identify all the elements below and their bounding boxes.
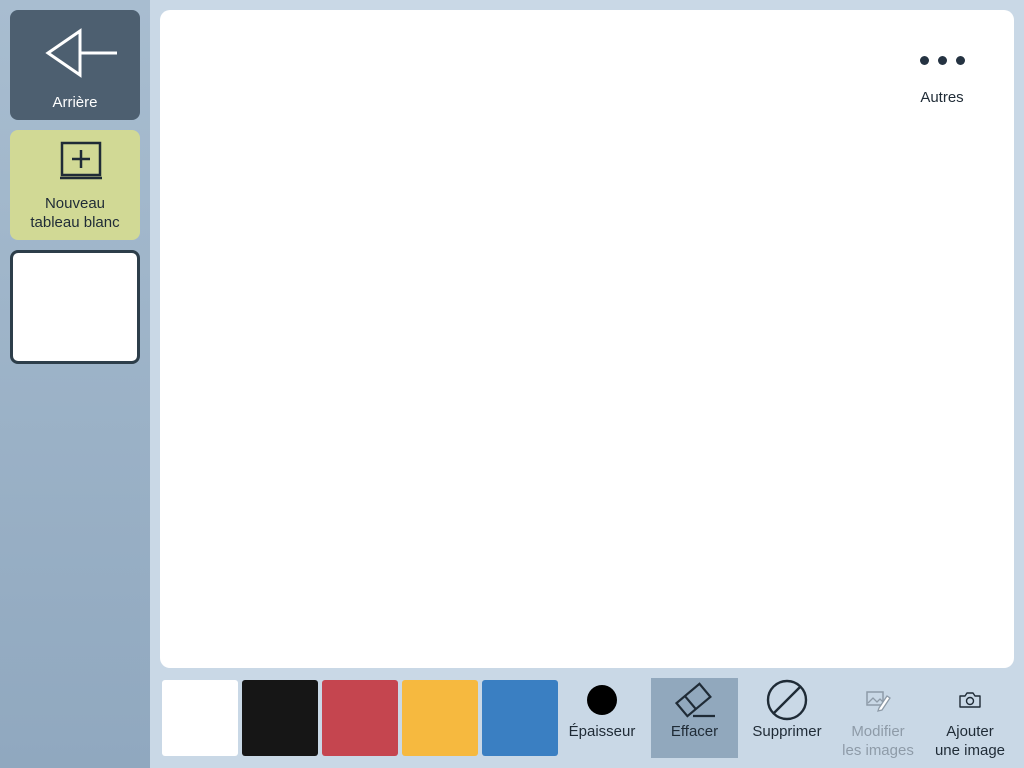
back-label: Arrière (52, 94, 98, 111)
edit-images-button[interactable]: Modifier les images (836, 678, 920, 759)
color-swatch-red[interactable] (322, 680, 398, 756)
drawing-canvas[interactable]: Autres (160, 10, 1014, 668)
more-label: Autres (920, 89, 964, 106)
bottom-toolbar: Épaisseur Effacer Supprimer Modifier les… (150, 668, 1024, 768)
new-whiteboard-button[interactable]: Nouveau tableau blanc (10, 130, 140, 240)
sidebar: Arrière Nouveau tableau blanc (0, 0, 150, 768)
whiteboard-thumbnail[interactable] (10, 250, 140, 364)
dot-icon (587, 685, 617, 715)
color-swatch-blue[interactable] (482, 680, 558, 756)
eraser-icon (674, 682, 715, 718)
ellipsis-icon (912, 52, 972, 68)
back-button[interactable]: Arrière (10, 10, 140, 120)
more-button[interactable]: Autres (912, 52, 972, 106)
thickness-button[interactable]: Épaisseur (562, 678, 642, 758)
color-swatch-yellow[interactable] (402, 680, 478, 756)
delete-button[interactable]: Supprimer (744, 678, 830, 758)
arrow-left-icon (45, 28, 117, 78)
edit-image-icon (866, 691, 891, 712)
color-swatch-white[interactable] (162, 680, 238, 756)
add-image-button[interactable]: Ajouter une image (926, 678, 1014, 759)
thickness-label: Épaisseur (568, 723, 636, 740)
delete-label: Supprimer (752, 723, 822, 740)
add-board-icon (60, 141, 102, 180)
edit-images-label: Modifier les images (842, 723, 914, 759)
new-whiteboard-label: Nouveau tableau blanc (30, 195, 120, 231)
erase-label: Effacer (670, 723, 719, 740)
camera-icon (959, 692, 981, 708)
add-image-label: Ajouter une image (934, 723, 1006, 759)
erase-button[interactable]: Effacer (651, 678, 738, 758)
prohibited-icon (766, 679, 808, 721)
color-swatch-black[interactable] (242, 680, 318, 756)
